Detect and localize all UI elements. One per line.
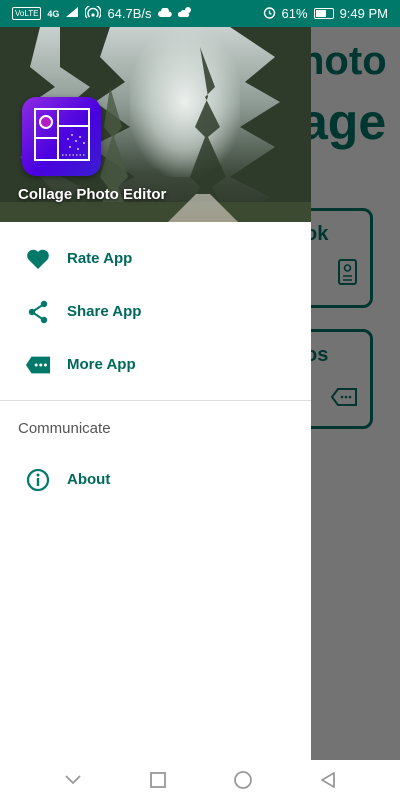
- menu-item-label: About: [67, 471, 111, 488]
- drawer-menu: Rate App Share App More App Communicate …: [0, 222, 311, 506]
- menu-item-about[interactable]: About: [0, 453, 311, 506]
- cloud-icon: [157, 6, 172, 21]
- alarm-icon: [263, 6, 276, 22]
- share-icon: [25, 299, 51, 325]
- system-nav-bar: [0, 760, 400, 800]
- navigation-drawer: Collage Photo Editor Rate App Share App …: [0, 27, 311, 760]
- more-apps-icon: [25, 352, 51, 378]
- network-speed: 64.7B/s: [107, 6, 152, 21]
- signal-icon: [65, 6, 79, 21]
- menu-item-rate-app[interactable]: Rate App: [0, 232, 311, 285]
- collapse-icon[interactable]: [61, 768, 85, 792]
- back-icon[interactable]: [316, 768, 340, 792]
- battery-percent: 61%: [281, 6, 308, 21]
- drawer-header: Collage Photo Editor: [0, 27, 311, 222]
- volte-badge: VoLTE: [12, 7, 42, 20]
- app-name: Collage Photo Editor: [18, 186, 167, 203]
- weather-icon: [177, 6, 194, 21]
- menu-item-label: More App: [67, 356, 136, 373]
- battery-icon: [313, 8, 334, 19]
- status-bar: VoLTE 4G 64.7B/s 61% 9:49 PM: [0, 0, 400, 27]
- menu-item-share-app[interactable]: Share App: [0, 285, 311, 338]
- menu-item-label: Rate App: [67, 250, 133, 267]
- app-logo: [22, 97, 101, 176]
- network-type: 4G: [47, 8, 60, 19]
- hotspot-icon: [84, 3, 103, 22]
- heart-icon: [25, 246, 51, 272]
- menu-item-more-app[interactable]: More App: [0, 338, 311, 391]
- info-icon: [25, 467, 51, 493]
- menu-item-label: Share App: [67, 303, 142, 320]
- section-title-communicate: Communicate: [18, 420, 111, 437]
- recents-icon[interactable]: [146, 768, 170, 792]
- clock: 9:49 PM: [339, 6, 388, 21]
- home-icon[interactable]: [231, 768, 255, 792]
